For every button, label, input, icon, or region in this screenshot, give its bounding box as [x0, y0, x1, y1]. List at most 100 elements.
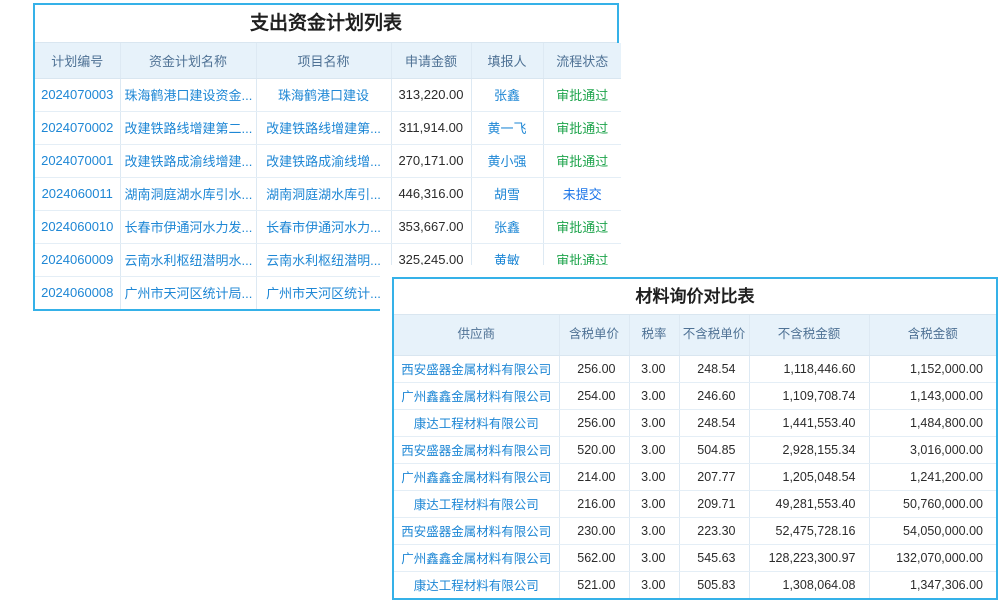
plan-id-cell[interactable]: 2024070002 [35, 111, 120, 144]
amount-with-tax-cell: 50,760,000.00 [869, 490, 996, 517]
supplier-cell[interactable]: 广州鑫鑫金属材料有限公司 [394, 544, 559, 571]
amount-cell: 446,316.00 [391, 177, 471, 210]
price-no-tax-cell: 223.30 [679, 517, 749, 544]
amount-with-tax-cell: 1,152,000.00 [869, 355, 996, 382]
project-name-cell[interactable]: 改建铁路线增建第... [256, 111, 391, 144]
amount-no-tax-cell: 128,223,300.97 [749, 544, 869, 571]
column-header-status: 流程状态 [543, 43, 621, 78]
plan-name-cell[interactable]: 长春市伊通河水力发... [120, 210, 256, 243]
column-header-price-no-tax: 不含税单价 [679, 315, 749, 355]
price-with-tax-cell: 562.00 [559, 544, 629, 571]
amount-cell: 325,245.00 [391, 243, 471, 276]
plan-table-row: 2024060011湖南洞庭湖水库引水...湖南洞庭湖水库引...446,316… [35, 177, 621, 210]
plan-id-cell[interactable]: 2024070003 [35, 78, 120, 111]
expenditure-plan-table-panel: 支出资金计划列表 计划编号 资金计划名称 项目名称 申请金额 填报人 流程状态 … [33, 3, 619, 311]
tax-rate-cell: 3.00 [629, 463, 679, 490]
amount-no-tax-cell: 2,928,155.34 [749, 436, 869, 463]
tax-rate-cell: 3.00 [629, 544, 679, 571]
price-with-tax-cell: 216.00 [559, 490, 629, 517]
quote-table-row: 西安盛器金属材料有限公司230.003.00223.3052,475,728.1… [394, 517, 996, 544]
tax-rate-cell: 3.00 [629, 382, 679, 409]
project-name-cell[interactable]: 长春市伊通河水力... [256, 210, 391, 243]
supplier-cell[interactable]: 西安盛器金属材料有限公司 [394, 436, 559, 463]
price-no-tax-cell: 504.85 [679, 436, 749, 463]
expenditure-plan-table-title: 支出资金计划列表 [35, 5, 617, 43]
plan-table-row: 2024060009云南水利枢纽潜明水...云南水利枢纽潜明...325,245… [35, 243, 621, 276]
plan-id-cell[interactable]: 2024070001 [35, 144, 120, 177]
tax-rate-cell: 3.00 [629, 436, 679, 463]
price-with-tax-cell: 254.00 [559, 382, 629, 409]
tax-rate-cell: 3.00 [629, 517, 679, 544]
amount-no-tax-cell: 52,475,728.16 [749, 517, 869, 544]
plan-table-row: 2024060010长春市伊通河水力发...长春市伊通河水力...353,667… [35, 210, 621, 243]
amount-with-tax-cell: 132,070,000.00 [869, 544, 996, 571]
supplier-cell[interactable]: 广州鑫鑫金属材料有限公司 [394, 463, 559, 490]
price-with-tax-cell: 256.00 [559, 355, 629, 382]
reporter-cell: 张鑫 [471, 78, 543, 111]
column-header-amount-with-tax: 含税金额 [869, 315, 996, 355]
material-quote-table-title: 材料询价对比表 [394, 279, 996, 315]
tax-rate-cell: 3.00 [629, 571, 679, 598]
column-header-plan-name: 资金计划名称 [120, 43, 256, 78]
amount-with-tax-cell: 1,347,306.00 [869, 571, 996, 598]
reporter-cell: 黄一飞 [471, 111, 543, 144]
supplier-cell[interactable]: 康达工程材料有限公司 [394, 409, 559, 436]
supplier-cell[interactable]: 康达工程材料有限公司 [394, 571, 559, 598]
quote-table-row: 广州鑫鑫金属材料有限公司214.003.00207.771,205,048.54… [394, 463, 996, 490]
supplier-cell[interactable]: 广州鑫鑫金属材料有限公司 [394, 382, 559, 409]
plan-name-cell[interactable]: 改建铁路成渝线增建... [120, 144, 256, 177]
column-header-tax-rate: 税率 [629, 315, 679, 355]
price-with-tax-cell: 521.00 [559, 571, 629, 598]
price-no-tax-cell: 209.71 [679, 490, 749, 517]
quote-table-row: 康达工程材料有限公司216.003.00209.7149,281,553.405… [394, 490, 996, 517]
amount-cell: 353,667.00 [391, 210, 471, 243]
column-header-amount: 申请金额 [391, 43, 471, 78]
amount-no-tax-cell: 1,109,708.74 [749, 382, 869, 409]
price-with-tax-cell: 230.00 [559, 517, 629, 544]
supplier-cell[interactable]: 康达工程材料有限公司 [394, 490, 559, 517]
price-with-tax-cell: 520.00 [559, 436, 629, 463]
amount-cell: 313,220.00 [391, 78, 471, 111]
material-quote-comparison-panel: 材料询价对比表 供应商 含税单价 税率 不含税单价 不含税金额 含税金额 西安盛… [392, 277, 998, 600]
amount-no-tax-cell: 1,205,048.54 [749, 463, 869, 490]
price-no-tax-cell: 248.54 [679, 355, 749, 382]
status-cell: 审批通过 [543, 111, 621, 144]
quote-table-row: 康达工程材料有限公司256.003.00248.541,441,553.401,… [394, 409, 996, 436]
plan-name-cell[interactable]: 广州市天河区统计局... [120, 276, 256, 309]
status-cell: 未提交 [543, 177, 621, 210]
amount-no-tax-cell: 1,441,553.40 [749, 409, 869, 436]
price-with-tax-cell: 214.00 [559, 463, 629, 490]
project-name-cell[interactable]: 云南水利枢纽潜明... [256, 243, 391, 276]
price-no-tax-cell: 545.63 [679, 544, 749, 571]
status-cell: 审批通过 [543, 210, 621, 243]
plan-name-cell[interactable]: 珠海鹤港口建设资金... [120, 78, 256, 111]
plan-id-cell[interactable]: 2024060009 [35, 243, 120, 276]
supplier-cell[interactable]: 西安盛器金属材料有限公司 [394, 517, 559, 544]
status-cell: 审批通过 [543, 243, 621, 276]
plan-name-cell[interactable]: 湖南洞庭湖水库引水... [120, 177, 256, 210]
plan-table-row: 2024070001改建铁路成渝线增建...改建铁路成渝线增...270,171… [35, 144, 621, 177]
column-header-supplier: 供应商 [394, 315, 559, 355]
amount-with-tax-cell: 1,484,800.00 [869, 409, 996, 436]
project-name-cell[interactable]: 广州市天河区统计... [256, 276, 391, 309]
price-no-tax-cell: 207.77 [679, 463, 749, 490]
expenditure-plan-table: 计划编号 资金计划名称 项目名称 申请金额 填报人 流程状态 202407000… [35, 43, 621, 309]
plan-id-cell[interactable]: 2024060008 [35, 276, 120, 309]
supplier-cell[interactable]: 西安盛器金属材料有限公司 [394, 355, 559, 382]
plan-name-cell[interactable]: 云南水利枢纽潜明水... [120, 243, 256, 276]
plan-id-cell[interactable]: 2024060010 [35, 210, 120, 243]
plan-name-cell[interactable]: 改建铁路线增建第二... [120, 111, 256, 144]
amount-cell: 270,171.00 [391, 144, 471, 177]
price-with-tax-cell: 256.00 [559, 409, 629, 436]
project-name-cell[interactable]: 改建铁路成渝线增... [256, 144, 391, 177]
status-cell: 审批通过 [543, 144, 621, 177]
status-cell: 审批通过 [543, 78, 621, 111]
tax-rate-cell: 3.00 [629, 409, 679, 436]
price-no-tax-cell: 505.83 [679, 571, 749, 598]
quote-table-row: 康达工程材料有限公司521.003.00505.831,308,064.081,… [394, 571, 996, 598]
reporter-cell: 胡雪 [471, 177, 543, 210]
project-name-cell[interactable]: 珠海鹤港口建设 [256, 78, 391, 111]
column-header-price-with-tax: 含税单价 [559, 315, 629, 355]
plan-id-cell[interactable]: 2024060011 [35, 177, 120, 210]
project-name-cell[interactable]: 湖南洞庭湖水库引... [256, 177, 391, 210]
